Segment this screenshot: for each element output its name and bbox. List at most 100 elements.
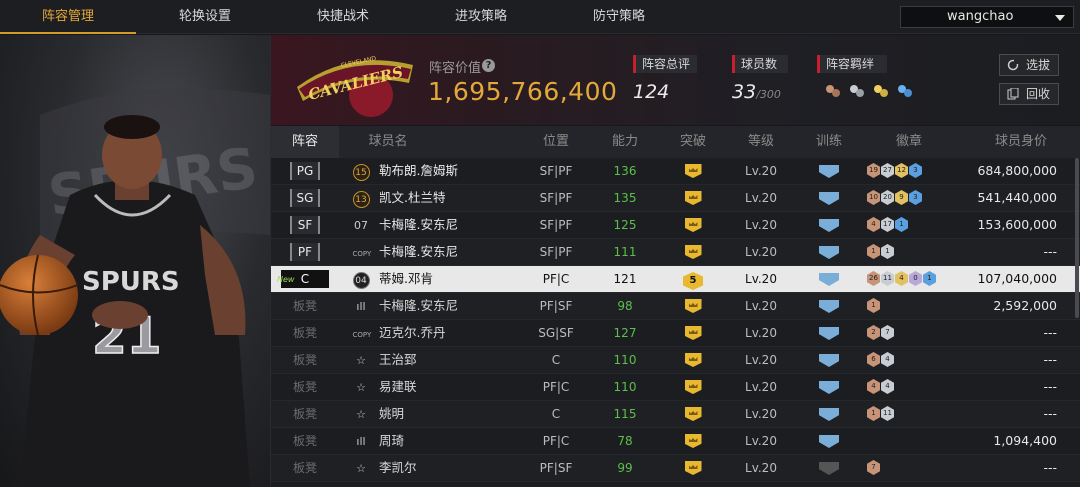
- breakthrough-cell[interactable]: [659, 320, 727, 346]
- tab-rotation-settings[interactable]: 轮换设置: [136, 0, 274, 34]
- badges-cell[interactable]: 4 17 1: [863, 212, 955, 238]
- pick-button[interactable]: 选拔: [999, 54, 1059, 76]
- breakthrough-cell[interactable]: [659, 158, 727, 184]
- breakthrough-cell[interactable]: [659, 374, 727, 400]
- user-dropdown[interactable]: wangchao: [900, 6, 1074, 28]
- badge-blue-icon: 1: [923, 271, 936, 286]
- badge-silver-icon: 7: [881, 325, 894, 340]
- breakthrough-cell[interactable]: [659, 347, 727, 373]
- tab-defense-strategy[interactable]: 防守策略: [550, 0, 688, 34]
- chevron-down-icon: [1055, 15, 1065, 21]
- col-training[interactable]: 训练: [795, 126, 863, 158]
- player-name: 卡梅隆.安东尼: [379, 217, 458, 232]
- breakthrough-cell[interactable]: [659, 212, 727, 238]
- player-ability: 115: [613, 407, 637, 421]
- col-lineup[interactable]: 阵容: [271, 126, 339, 158]
- col-badges[interactable]: 徽章: [863, 126, 955, 158]
- breakthrough-cell[interactable]: [659, 239, 727, 265]
- table-row[interactable]: 板凳 ☆ 姚明 C 115 Lv.20 1 11 ---: [271, 401, 1080, 428]
- star-icon: ☆: [356, 462, 366, 475]
- player-position: PF|SF: [539, 461, 573, 475]
- training-shield-icon: [819, 219, 839, 232]
- training-cell[interactable]: [795, 455, 863, 481]
- players-value: 33/300: [732, 81, 788, 103]
- tab-offense-strategy[interactable]: 进攻策略: [412, 0, 550, 34]
- player-name: 姚明: [379, 406, 405, 421]
- players-count: 33: [732, 81, 757, 103]
- breakthrough-cell[interactable]: [659, 293, 727, 319]
- lineup-slot: PG: [271, 158, 339, 184]
- breakthrough-cell[interactable]: 5: [659, 266, 727, 292]
- breakthrough-cell[interactable]: [659, 455, 727, 481]
- training-shield-icon: [819, 192, 839, 205]
- training-cell[interactable]: [795, 158, 863, 184]
- table-row[interactable]: 板凳 ☆ 李凯尔 PF|SF 99 Lv.20 7 ---: [271, 455, 1080, 482]
- crown-icon: [684, 245, 702, 259]
- training-cell[interactable]: [795, 320, 863, 346]
- table-row[interactable]: SF 07 卡梅隆.安东尼 SF|PF 125 Lv.20 4 17 1 153,600,000: [271, 212, 1080, 239]
- badges-cell[interactable]: 19 27 12 3: [863, 158, 955, 184]
- badges-cell[interactable]: 44: [863, 374, 955, 400]
- player-tier: ıll: [351, 428, 371, 454]
- training-cell[interactable]: [795, 266, 863, 292]
- badge-bronze-icon: 19: [867, 163, 880, 178]
- badge-silver-icon: 1: [881, 244, 894, 259]
- badge-bronze-icon: 1: [867, 406, 880, 421]
- help-icon[interactable]: ?: [482, 59, 495, 72]
- badge-bronze-icon: 4: [867, 379, 880, 394]
- col-breakthrough[interactable]: 突破: [659, 126, 727, 158]
- badges-cell[interactable]: 26 11 4 0 1: [863, 266, 955, 292]
- player-name: 迈克尔.乔丹: [379, 325, 446, 340]
- col-player-value[interactable]: 球员身价: [971, 126, 1071, 158]
- table-row[interactable]: C New 04 蒂姆.邓肯 PF|C 121 5 Lv.20 26 11 4 0 1 107,040,0…: [271, 266, 1080, 293]
- table-row[interactable]: 板凳 ıll 卡梅隆.安东尼 PF|SF 98 Lv.20 1 2,592,000: [271, 293, 1080, 320]
- col-position[interactable]: 位置: [521, 126, 591, 158]
- training-cell[interactable]: [795, 374, 863, 400]
- player-level: Lv.20: [745, 299, 777, 313]
- scrollbar[interactable]: [1075, 158, 1079, 318]
- table-row[interactable]: 板凳 ıll 周琦 PF|C 78 Lv.20 1,094,400: [271, 428, 1080, 455]
- badges-cell[interactable]: [863, 428, 955, 454]
- training-cell[interactable]: [795, 185, 863, 211]
- tier-badge: 15: [352, 164, 370, 181]
- badge-silver-icon: 11: [881, 406, 894, 421]
- player-tier: 07: [351, 212, 371, 238]
- tab-lineup-management[interactable]: 阵容管理: [0, 0, 136, 34]
- breakthrough-cell[interactable]: [659, 401, 727, 427]
- badge-silver-icon: 17: [881, 217, 894, 232]
- table-row[interactable]: PG 15 勒布朗.詹姆斯 SF|PF 136 Lv.20 19 27 12 3 684,800,0…: [271, 158, 1080, 185]
- table-row[interactable]: 板凳 COPY 迈克尔.乔丹 SG|SF 127 Lv.20 2 7 ---: [271, 320, 1080, 347]
- training-cell[interactable]: [795, 239, 863, 265]
- training-cell[interactable]: [795, 293, 863, 319]
- player-level: Lv.20: [745, 245, 777, 259]
- breakthrough-cell[interactable]: [659, 428, 727, 454]
- lineup-summary: CAVALIERS CLEVELAND 阵容价值 ? 1,695,766,400…: [271, 35, 1080, 125]
- training-cell[interactable]: [795, 428, 863, 454]
- breakthrough-cell[interactable]: [659, 185, 727, 211]
- bond-icons[interactable]: [823, 81, 923, 101]
- badges-cell[interactable]: 1 11: [863, 401, 955, 427]
- badges-cell[interactable]: 7: [863, 455, 955, 481]
- player-value: 541,440,000: [977, 190, 1057, 205]
- tab-quick-tactics[interactable]: 快捷战术: [274, 0, 412, 34]
- col-level[interactable]: 等级: [727, 126, 795, 158]
- badges-cell[interactable]: 64: [863, 347, 955, 373]
- lineup-value: 1,695,766,400: [428, 77, 618, 106]
- training-cell[interactable]: [795, 401, 863, 427]
- table-row[interactable]: 板凳 ☆ 王治郅 C 110 Lv.20 6 4 ---: [271, 347, 1080, 374]
- table-row[interactable]: 板凳 ☆ 易建联 PF|C 110 Lv.20 4 4 ---: [271, 374, 1080, 401]
- training-cell[interactable]: [795, 212, 863, 238]
- col-player-name[interactable]: 球员名: [343, 126, 433, 158]
- badges-cell[interactable]: 10 20 9 3: [863, 185, 955, 211]
- recycle-button[interactable]: 回收: [999, 83, 1059, 105]
- table-row[interactable]: PF COPY 卡梅隆.安东尼 SF|PF 111 Lv.20 1 1 ---: [271, 239, 1080, 266]
- badges-cell[interactable]: 1: [863, 293, 955, 319]
- col-ability[interactable]: 能力: [591, 126, 659, 158]
- badges-cell[interactable]: 11: [863, 239, 955, 265]
- lineup-slot: 板凳: [271, 320, 339, 346]
- table-row[interactable]: SG 13 凯文.杜兰特 SF|PF 135 Lv.20 10 20 9 3 541,440,000: [271, 185, 1080, 212]
- position-slot: SF: [290, 216, 320, 234]
- tier-badge: COPY: [352, 250, 372, 258]
- badges-cell[interactable]: 27: [863, 320, 955, 346]
- training-cell[interactable]: [795, 347, 863, 373]
